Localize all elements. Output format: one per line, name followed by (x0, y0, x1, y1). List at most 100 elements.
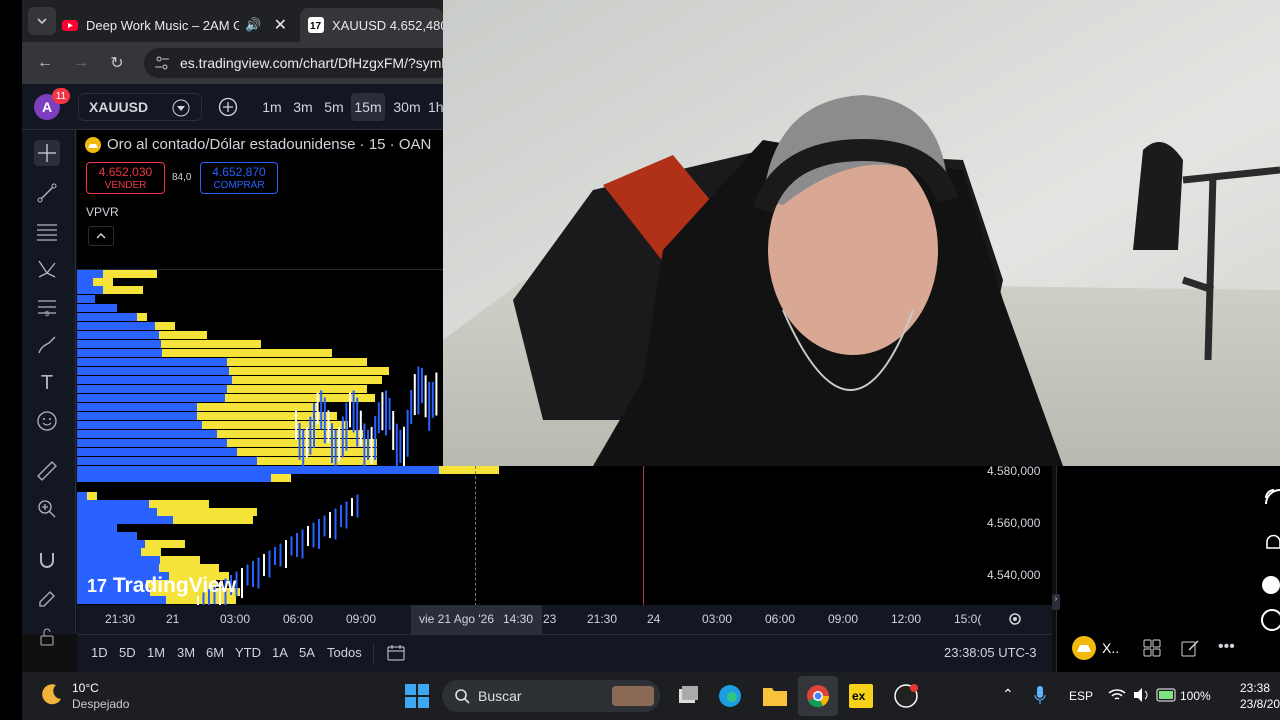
timeframe-5m[interactable]: 5m (320, 93, 348, 121)
range-ytd[interactable]: YTD (235, 645, 261, 660)
ruler-icon (37, 461, 57, 481)
candle (431, 381, 434, 418)
sell-price: 4.652,030 (98, 165, 153, 179)
language-indicator[interactable]: ESP (1069, 689, 1093, 703)
back-button[interactable]: ← (31, 49, 59, 77)
range-5a[interactable]: 5A (299, 645, 315, 660)
sell-button[interactable]: 4.652,030 VENDER (86, 162, 165, 194)
file-explorer-icon[interactable] (762, 684, 788, 708)
tab-label: Deep Work Music – 2AM Gi (86, 17, 240, 33)
taskbar-search[interactable]: Buscar (442, 680, 660, 712)
symbol-search[interactable]: XAUUSD (78, 93, 202, 121)
start-button[interactable] (405, 684, 429, 713)
chrome-icon[interactable] (806, 684, 832, 708)
tab-deep-work-music[interactable]: Deep Work Music – 2AM Gi 🔊 ✕ (62, 8, 287, 42)
candle (301, 529, 304, 559)
forward-button[interactable]: → (67, 49, 95, 77)
range-5d[interactable]: 5D (119, 645, 136, 660)
edit-button[interactable] (1180, 638, 1200, 663)
buy-button[interactable]: 4.652,870 COMPRAR (200, 162, 278, 194)
text-tool[interactable]: T (34, 370, 60, 396)
timeframe-15m[interactable]: 15m (351, 93, 385, 121)
symbol-title: Oro al contado/Dólar estadounidense · 15… (107, 136, 432, 153)
timeframe-30m[interactable]: 30m (390, 93, 424, 121)
vp-bar-up (77, 532, 137, 540)
wifi-icon[interactable] (1108, 687, 1126, 708)
reload-button[interactable]: ↻ (103, 49, 131, 77)
bell-icon[interactable] (1264, 532, 1280, 557)
edge-icon[interactable] (718, 684, 744, 708)
tab-xauusd[interactable]: 17 XAUUSD 4.652,480 ▲ (300, 8, 443, 42)
range-1m[interactable]: 1M (147, 645, 165, 660)
site-settings-icon[interactable] (154, 55, 170, 74)
more-button[interactable]: ••• (1218, 638, 1235, 656)
collapse-legend-button[interactable] (88, 226, 114, 246)
address-bar[interactable]: es.tradingview.com/chart/DfHzgxFM/?symb (144, 48, 443, 78)
chart-settings-button[interactable] (1007, 611, 1023, 632)
microphone-icon[interactable] (1034, 686, 1046, 711)
close-icon[interactable]: ✕ (274, 15, 287, 35)
range-3m[interactable]: 3M (177, 645, 195, 660)
vp-bar-up (77, 540, 145, 548)
battery-icon (1156, 688, 1178, 707)
grid-line (77, 269, 443, 270)
pattern-tool[interactable] (34, 256, 60, 282)
vp-bar-up (77, 385, 227, 393)
chevron-up-icon[interactable]: ⌃ (1002, 686, 1014, 703)
tab-search-button[interactable] (28, 7, 56, 35)
clock-date[interactable]: 23/8/2026 (1240, 697, 1280, 711)
timeframe-3m[interactable]: 3m (289, 93, 317, 121)
clock-timezone[interactable]: 23:38:05 UTC-3 (944, 645, 1037, 660)
add-symbol-button[interactable] (218, 97, 238, 122)
range-6m[interactable]: 6M (206, 645, 224, 660)
magnet-tool[interactable] (34, 548, 60, 574)
crosshair-tool[interactable] (34, 140, 60, 166)
exness-icon[interactable]: ex (849, 684, 875, 708)
spread-value: 84,0 (172, 172, 192, 183)
layout-button[interactable] (1142, 638, 1162, 663)
chart-pane-lower[interactable]: 17 TradingView 4.580,000 4.560,000 4.540… (77, 466, 1052, 634)
clock-time[interactable]: 23:38 (1240, 681, 1270, 695)
task-view-icon[interactable] (676, 684, 702, 708)
volume-icon[interactable] (1132, 687, 1150, 708)
vp-bar-down (197, 403, 317, 411)
stay-drawing-tool[interactable] (34, 586, 60, 612)
zoom-tool[interactable] (34, 496, 60, 522)
obs-icon[interactable] (894, 684, 920, 708)
apps-icon[interactable] (1262, 576, 1280, 599)
chart-pane[interactable]: Oro al contado/Dólar estadounidense · 15… (77, 130, 443, 466)
audio-icon[interactable]: 🔊 (245, 17, 261, 33)
time-axis[interactable]: 21:30 21 03:00 06:00 09:00 vie 21 Ago '2… (77, 605, 1052, 634)
candle (356, 397, 359, 447)
range-1a[interactable]: 1A (272, 645, 288, 660)
watchlist-symbol[interactable] (1072, 636, 1096, 665)
tradingview-icon: 17 (308, 17, 324, 33)
emoji-tool[interactable] (34, 408, 60, 434)
crosshair-icon (38, 144, 56, 162)
range-1d[interactable]: 1D (91, 645, 108, 660)
trendline-tool[interactable] (34, 180, 60, 206)
pencil-icon (1181, 640, 1199, 657)
forecast-tool[interactable]: $ (34, 294, 60, 320)
go-to-date-button[interactable] (386, 644, 406, 667)
panel-collapse-handle[interactable]: › (1052, 594, 1060, 610)
compare-icon[interactable] (171, 98, 191, 121)
time-tick: 21:30 (587, 612, 618, 626)
price-tick: 4.540,000 (987, 568, 1041, 582)
timeframe-1m[interactable]: 1m (258, 93, 286, 121)
horizontal-lines-tool[interactable] (34, 218, 60, 244)
arrow-right-icon: → (73, 54, 89, 71)
range-todos[interactable]: Todos (327, 645, 362, 660)
vp-bar-down (197, 412, 337, 420)
brush-tool[interactable] (34, 332, 60, 358)
candle (352, 390, 355, 433)
candle (349, 392, 351, 428)
candle (377, 402, 380, 434)
vp-bar-down (227, 358, 367, 366)
candle (338, 427, 341, 462)
lock-tool[interactable] (34, 624, 60, 650)
help-icon[interactable] (1260, 608, 1280, 637)
magnet-icon (40, 553, 54, 568)
vp-bar-up (77, 403, 197, 411)
measure-tool[interactable] (34, 458, 60, 484)
